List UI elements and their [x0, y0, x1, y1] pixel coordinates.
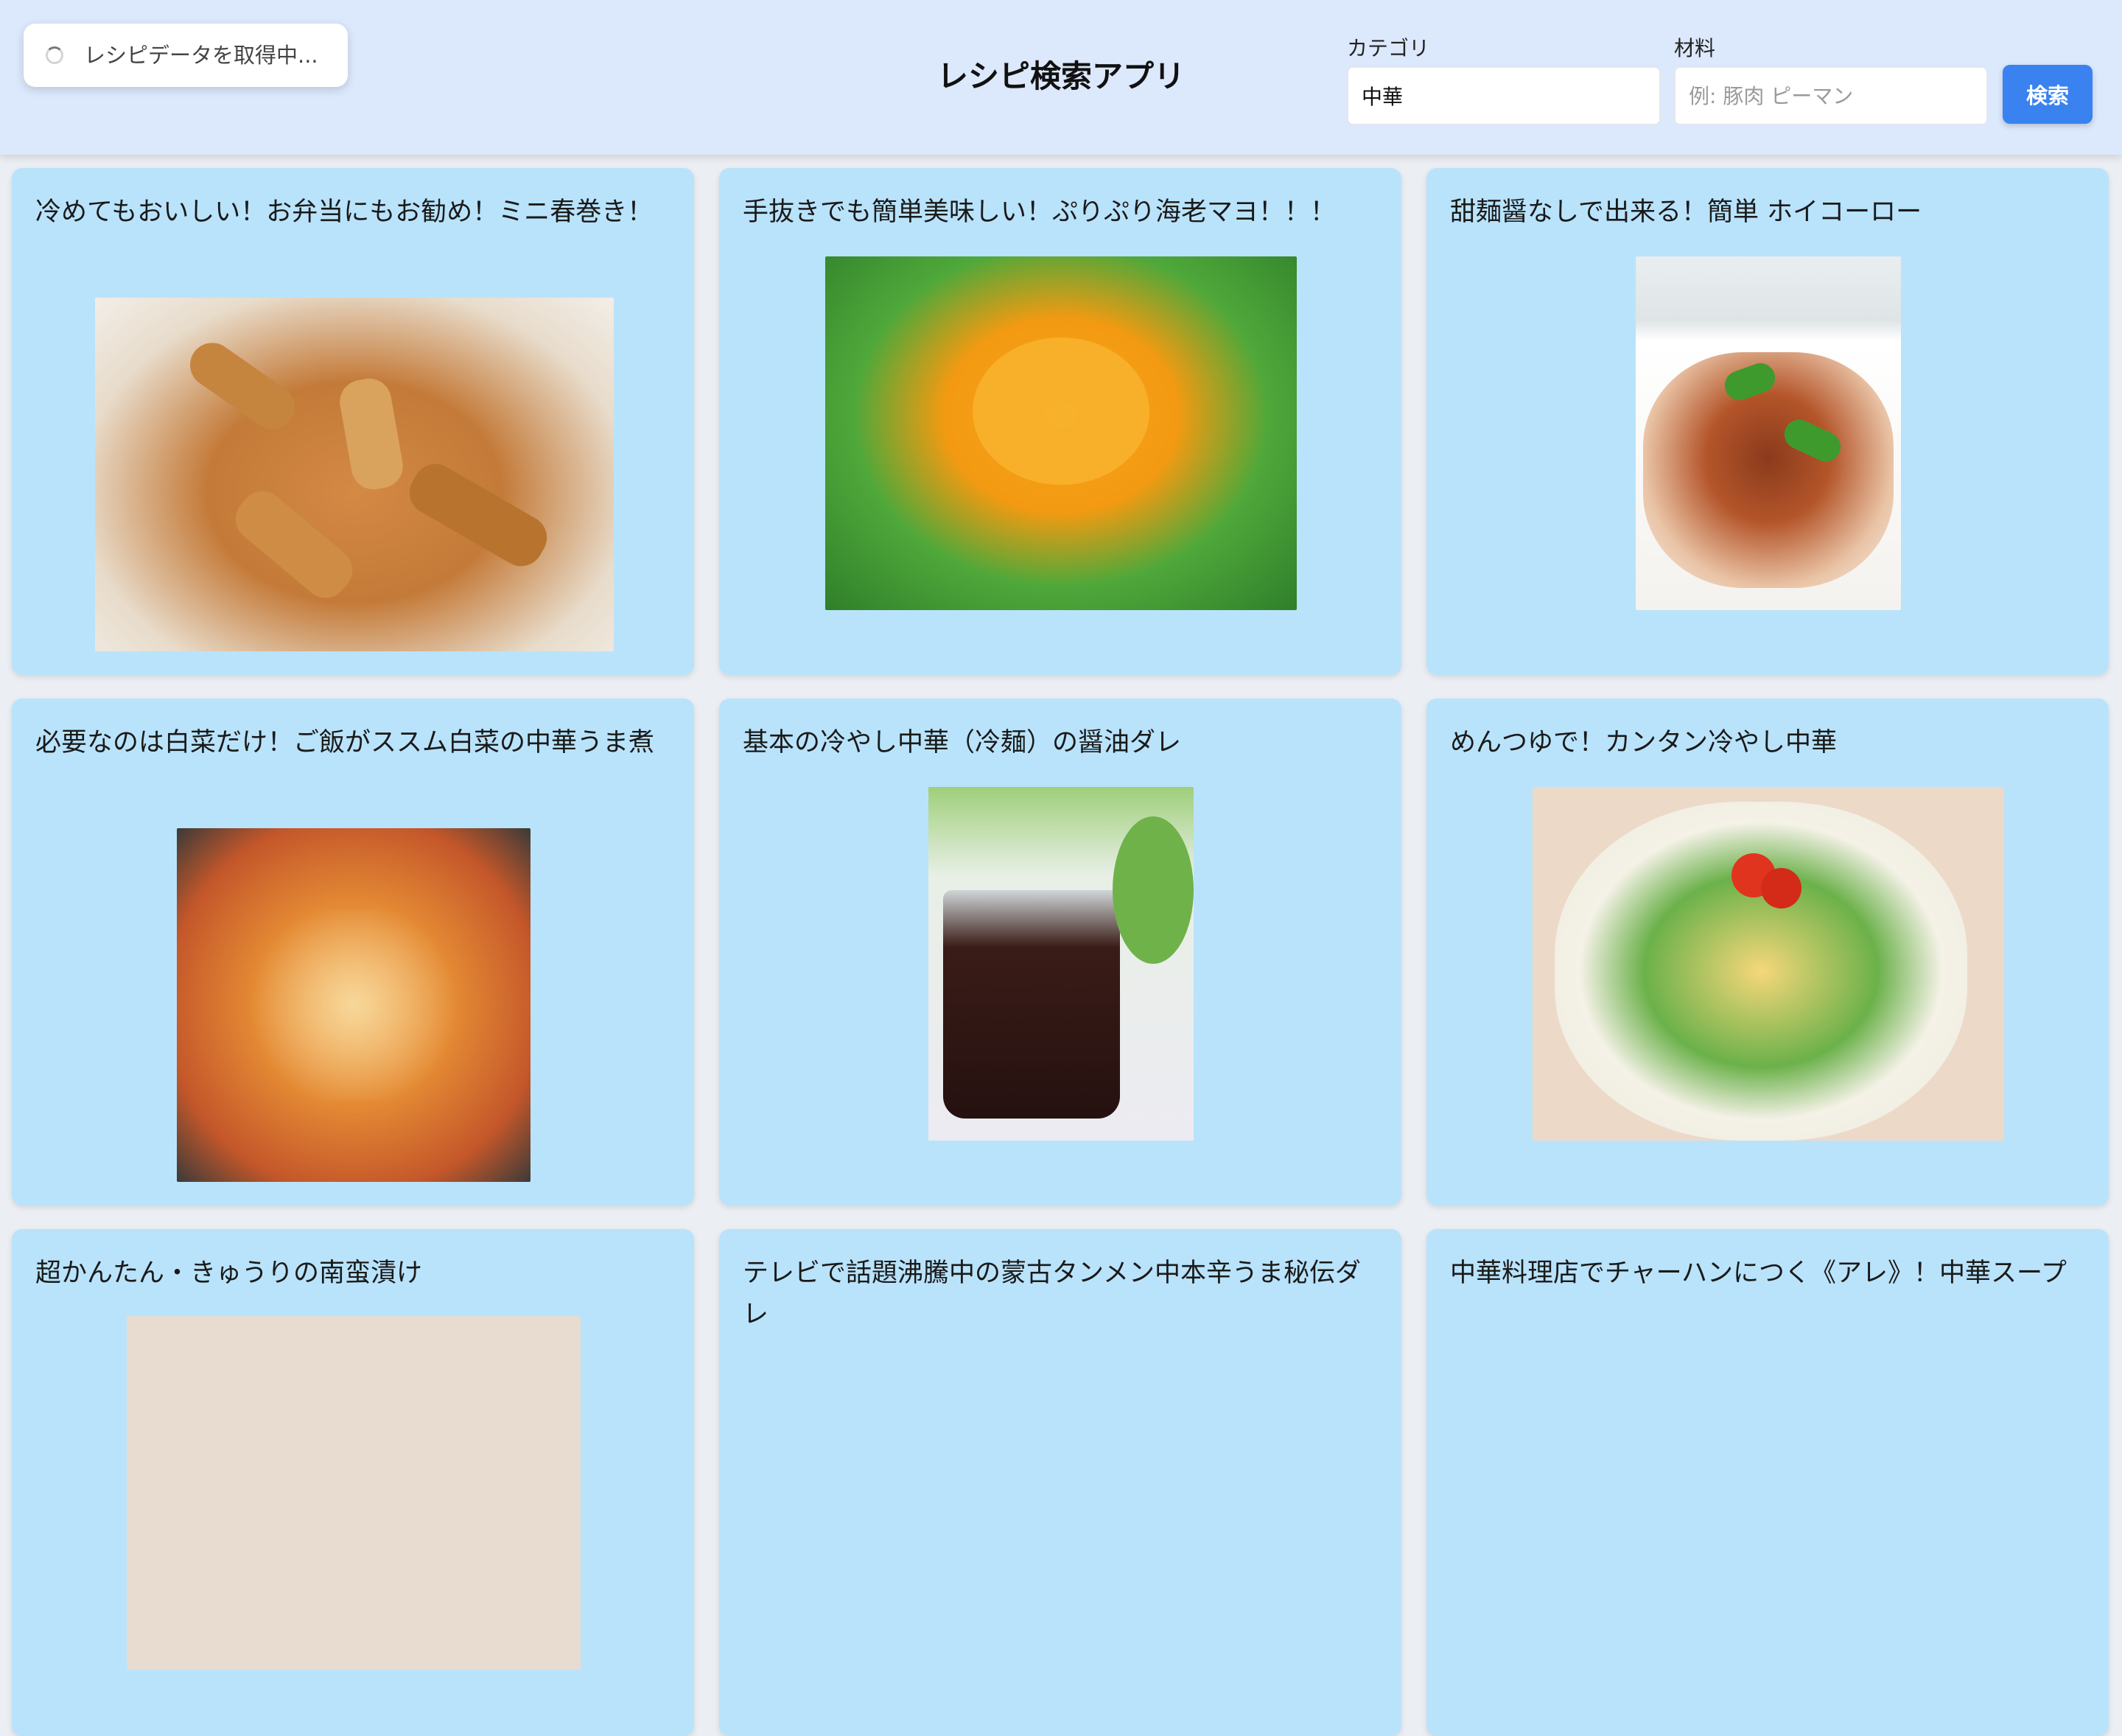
- recipe-title: 必要なのは白菜だけ！ご飯がススム白菜の中華うま煮: [35, 728, 655, 757]
- page-title: レシピ検索アプリ: [936, 58, 1185, 94]
- recipe-card[interactable]: 甜麺醤なしで出来る！簡単 ホイコーロー: [1426, 168, 2109, 675]
- loading-spinner-icon: [46, 46, 63, 64]
- category-input[interactable]: [1347, 66, 1661, 125]
- recipe-title: 基本の冷やし中華（冷麺）の醤油ダレ: [743, 728, 1182, 757]
- recipe-card[interactable]: 基本の冷やし中華（冷麺）の醤油ダレ: [719, 699, 1401, 1205]
- recipe-card[interactable]: 冷めてもおいしい！お弁当にもお勧め！ミニ春巻き！: [12, 168, 694, 675]
- recipe-title: めんつゆで！カンタン冷やし中華: [1450, 728, 1838, 757]
- recipe-card[interactable]: めんつゆで！カンタン冷やし中華: [1426, 699, 2109, 1205]
- recipe-title: 中華料理店でチャーハンにつく《アレ》！中華スープ: [1450, 1259, 2067, 1288]
- recipe-title: テレビで話題沸騰中の蒙古タンメン中本辛うま秘伝ダレ: [743, 1259, 1361, 1329]
- recipe-title: 甜麺醤なしで出来る！簡単 ホイコーロー: [1450, 197, 1922, 227]
- app-header: レシピデータを取得中... レシピ検索アプリ カテゴリ 材料 検索: [0, 0, 2122, 155]
- category-label: カテゴリ: [1347, 36, 1430, 60]
- recipe-image-shrimp-mayo: [825, 256, 1297, 610]
- recipe-image-hoikoro: [1636, 256, 1901, 610]
- loading-toast-text: レシピデータを取得中...: [84, 43, 318, 68]
- recipe-card[interactable]: 超かんたん・きゅうりの南蛮漬け: [12, 1229, 694, 1736]
- recipe-title: 超かんたん・きゅうりの南蛮漬け: [35, 1259, 423, 1288]
- recipe-card[interactable]: 必要なのは白菜だけ！ご飯がススム白菜の中華うま煮: [12, 699, 694, 1205]
- recipe-image-cucumber-nanban: [127, 1316, 581, 1670]
- recipe-image-soy-sauce-dressing: [928, 787, 1194, 1141]
- search-button[interactable]: 検索: [2003, 65, 2093, 124]
- recipe-card[interactable]: 手抜きでも簡単美味しい！ぷりぷり海老マヨ！！！: [719, 168, 1401, 675]
- recipe-title: 冷めてもおいしい！お弁当にもお勧め！ミニ春巻き！: [35, 197, 654, 227]
- loading-toast: レシピデータを取得中...: [24, 24, 348, 87]
- recipe-card[interactable]: テレビで話題沸騰中の蒙古タンメン中本辛うま秘伝ダレ: [719, 1229, 1401, 1736]
- recipe-image-hiyashi-chuka: [1533, 787, 2004, 1141]
- ingredient-input[interactable]: [1674, 66, 1988, 125]
- recipe-image-spring-rolls: [95, 298, 614, 651]
- recipe-image-napa-cabbage-stew: [177, 828, 530, 1182]
- recipe-card[interactable]: 中華料理店でチャーハンにつく《アレ》！中華スープ: [1426, 1229, 2109, 1736]
- ingredient-label: 材料: [1674, 36, 1716, 60]
- recipe-title: 手抜きでも簡単美味しい！ぷりぷり海老マヨ！！！: [743, 197, 1337, 227]
